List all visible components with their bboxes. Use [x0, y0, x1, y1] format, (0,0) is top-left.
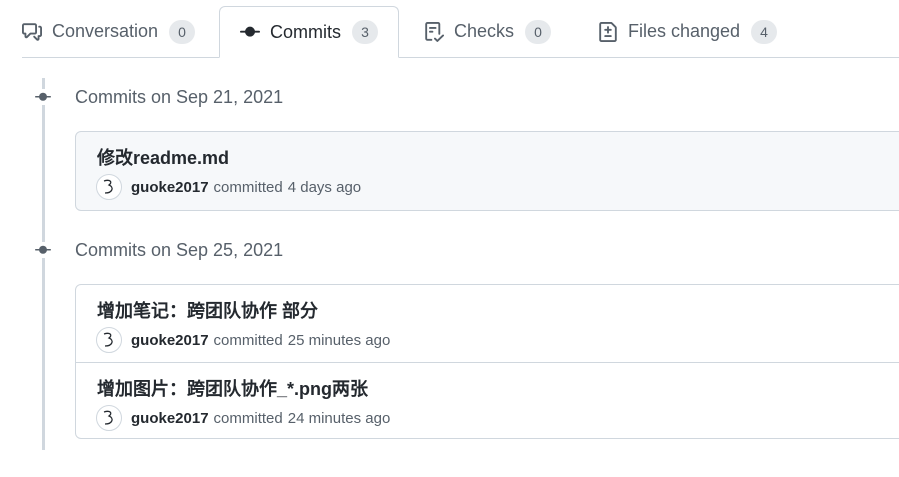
commit-list: 修改readme.md guoke2017 committed 4 days a… [75, 131, 899, 211]
commit-title-link[interactable]: 修改readme.md [97, 144, 229, 170]
tab-checks-label: Checks [454, 21, 515, 41]
tab-files-changed[interactable]: Files changed 4 [598, 6, 778, 57]
tab-files-changed-label: Files changed [628, 21, 741, 41]
file-diff-icon [598, 21, 618, 42]
tab-commits[interactable]: Commits 3 [219, 6, 399, 58]
commit-time[interactable]: 25 minutes ago [288, 332, 391, 349]
git-commit-icon [30, 242, 56, 258]
tab-conversation-counter: 0 [169, 19, 196, 44]
git-commit-icon [240, 22, 260, 42]
commit-meta: guoke2017 committed 4 days ago [96, 173, 361, 201]
commit-meta: guoke2017 committed 24 minutes ago [96, 404, 390, 432]
avatar[interactable] [96, 327, 122, 353]
git-commit-icon [30, 89, 56, 105]
timeline-line [42, 78, 45, 450]
commit-verb: committed [213, 409, 283, 427]
tab-checks-counter: 0 [525, 19, 552, 44]
commit-meta: guoke2017 committed 25 minutes ago [96, 326, 390, 354]
tab-files-changed-counter: 4 [751, 19, 778, 44]
commit-time[interactable]: 4 days ago [288, 179, 361, 196]
commit-item: 增加图片：跨团队协作_*.png两张 guoke2017 committed 2… [76, 362, 899, 439]
tab-conversation-label: Conversation [52, 21, 159, 41]
avatar-glyph-icon [103, 410, 113, 425]
tab-commits-label: Commits [270, 21, 341, 42]
commit-title-link[interactable]: 增加笔记：跨团队协作 部分 [97, 297, 318, 323]
tab-commits-counter: 3 [352, 20, 378, 44]
commit-author-link[interactable]: guoke2017 [131, 179, 209, 196]
commit-group-date: Commits on Sep 21, 2021 [75, 86, 284, 107]
checklist-icon [424, 21, 444, 42]
commit-verb: committed [213, 178, 283, 196]
commit-group-header: Commits on Sep 25, 2021 [30, 238, 283, 262]
commit-author-link[interactable]: guoke2017 [131, 332, 209, 349]
avatar[interactable] [96, 174, 122, 200]
comment-discussion-icon [22, 22, 42, 42]
commit-group-date: Commits on Sep 25, 2021 [75, 239, 284, 260]
commit-verb: committed [213, 331, 283, 349]
commit-item: 增加笔记：跨团队协作 部分 guoke2017 committed 25 min… [76, 285, 899, 362]
avatar-glyph-icon [103, 332, 113, 347]
commit-item: 修改readme.md guoke2017 committed 4 days a… [76, 132, 899, 209]
commit-group-header: Commits on Sep 21, 2021 [30, 85, 283, 109]
commit-time[interactable]: 24 minutes ago [288, 410, 391, 427]
avatar[interactable] [96, 405, 122, 431]
tab-checks[interactable]: Checks 0 [424, 6, 552, 57]
commit-title-link[interactable]: 增加图片：跨团队协作_*.png两张 [97, 375, 368, 401]
commit-author-link[interactable]: guoke2017 [131, 410, 209, 427]
commit-list: 增加笔记：跨团队协作 部分 guoke2017 committed 25 min… [75, 284, 899, 439]
avatar-glyph-icon [103, 179, 113, 194]
tab-conversation[interactable]: Conversation 0 [22, 6, 196, 57]
